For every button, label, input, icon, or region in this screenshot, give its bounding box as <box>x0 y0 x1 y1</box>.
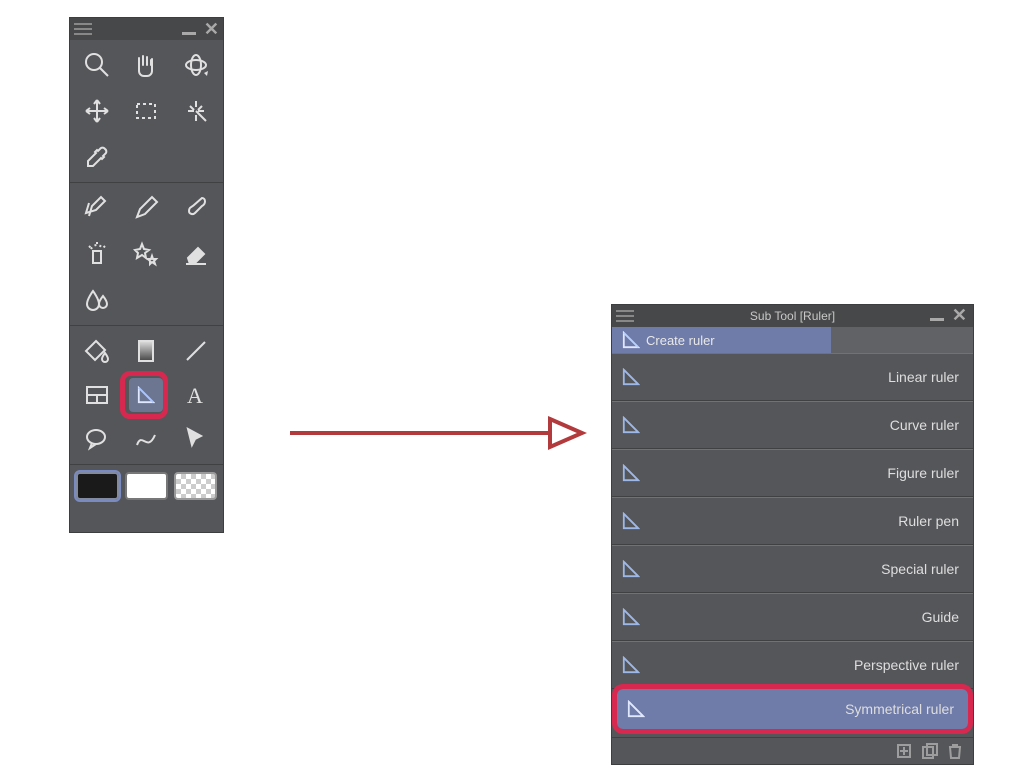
wand-tool[interactable] <box>173 90 219 132</box>
subtool-guide[interactable]: Guide <box>612 593 973 641</box>
foreground-color[interactable] <box>76 472 119 500</box>
hand-tool[interactable] <box>124 44 170 86</box>
line-tool[interactable] <box>173 330 219 372</box>
sub-tool-header: Sub Tool [Ruler] ✕ <box>612 305 973 327</box>
rotate3d-tool[interactable] <box>173 44 219 86</box>
subtool-special-ruler[interactable]: Special ruler <box>612 545 973 593</box>
subtool-ruler-pen[interactable]: Ruler pen <box>612 497 973 545</box>
subtool-label: Guide <box>922 609 959 625</box>
tab-label: Create ruler <box>646 333 715 348</box>
operation-tool[interactable] <box>173 418 219 460</box>
tool-palette: ✕ <box>69 17 224 533</box>
subtool-symmetrical-ruler[interactable]: Symmetrical ruler <box>617 689 968 729</box>
decoration-tool[interactable] <box>124 233 170 275</box>
subtool-label: Perspective ruler <box>854 657 959 673</box>
subtool-perspective-ruler[interactable]: Perspective ruler <box>612 641 973 689</box>
sub-tool-footer <box>612 737 973 764</box>
menu-icon[interactable] <box>616 309 634 323</box>
subtool-label: Curve ruler <box>890 417 959 433</box>
gradient-tool[interactable] <box>124 330 170 372</box>
sub-tool-title: Sub Tool [Ruler] <box>612 309 973 323</box>
svg-text:A: A <box>187 383 203 408</box>
sub-tool-list: Linear ruler Curve ruler Figure ruler Ru… <box>612 353 973 737</box>
arrow-annotation <box>290 413 590 453</box>
sub-tool-panel: Sub Tool [Ruler] ✕ Create ruler Linear r… <box>611 304 974 765</box>
move-tool[interactable] <box>74 90 120 132</box>
delete-subtool-icon[interactable] <box>947 742 963 760</box>
subtool-label: Symmetrical ruler <box>845 701 954 717</box>
minimize-icon[interactable] <box>930 318 944 321</box>
fill-tool[interactable] <box>74 330 120 372</box>
subtool-linear-ruler[interactable]: Linear ruler <box>612 353 973 401</box>
duplicate-subtool-icon[interactable] <box>921 742 939 760</box>
sub-tool-tabs: Create ruler <box>612 327 973 353</box>
tool-palette-header: ✕ <box>70 18 223 40</box>
correct-line-tool[interactable] <box>124 418 170 460</box>
tool-group-edit: A <box>70 326 223 464</box>
text-tool[interactable]: A <box>173 374 219 416</box>
blend-tool[interactable] <box>74 279 120 321</box>
subtool-figure-ruler[interactable]: Figure ruler <box>612 449 973 497</box>
new-subtool-icon[interactable] <box>895 742 913 760</box>
pen-tool[interactable] <box>74 187 120 229</box>
color-swatches <box>70 465 223 507</box>
transparent-color[interactable] <box>174 472 217 500</box>
eyedropper-tool[interactable] <box>74 136 120 178</box>
subtool-label: Ruler pen <box>898 513 959 529</box>
magnifier-tool[interactable] <box>74 44 120 86</box>
balloon-tool[interactable] <box>74 418 120 460</box>
subtool-curve-ruler[interactable]: Curve ruler <box>612 401 973 449</box>
close-icon[interactable]: ✕ <box>952 308 967 322</box>
close-icon[interactable]: ✕ <box>204 22 219 36</box>
subtool-label: Special ruler <box>881 561 959 577</box>
tab-create-ruler[interactable]: Create ruler <box>612 327 834 353</box>
airbrush-tool[interactable] <box>74 233 120 275</box>
tool-group-draw <box>70 183 223 325</box>
tab-empty <box>834 327 973 353</box>
tool-group-view <box>70 40 223 182</box>
menu-icon[interactable] <box>74 22 92 36</box>
marquee-tool[interactable] <box>124 90 170 132</box>
subtool-label: Figure ruler <box>887 465 959 481</box>
eraser-tool[interactable] <box>173 233 219 275</box>
minimize-icon[interactable] <box>182 32 196 35</box>
background-color[interactable] <box>125 472 168 500</box>
pencil-tool[interactable] <box>124 187 170 229</box>
subtool-label: Linear ruler <box>888 369 959 385</box>
brush-tool[interactable] <box>173 187 219 229</box>
frame-tool[interactable] <box>74 374 120 416</box>
ruler-tool[interactable] <box>124 374 170 416</box>
